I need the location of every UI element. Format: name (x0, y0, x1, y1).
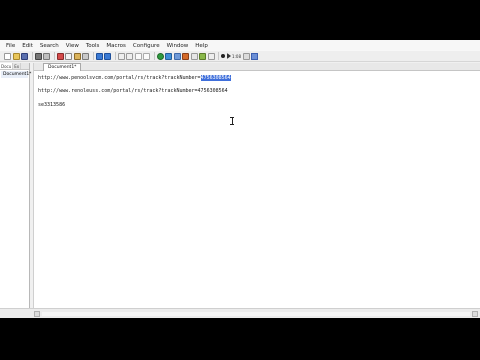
cut-icon[interactable] (56, 52, 64, 60)
paste-icon[interactable] (73, 52, 81, 60)
redo-icon[interactable] (104, 52, 111, 60)
editor-line-3: se3313586 (38, 102, 66, 108)
highlight-toggle-icon[interactable] (251, 52, 259, 60)
copy-icon[interactable] (65, 52, 72, 60)
menu-file[interactable]: File (6, 43, 15, 49)
toolbar-separator (153, 52, 155, 60)
play-macro-icon[interactable] (226, 53, 231, 59)
editor-tab-strip: Document1* (34, 63, 480, 71)
delete-icon[interactable] (82, 52, 89, 60)
browser-icon[interactable] (165, 52, 172, 60)
editor-line-2: http://www.renoleuss.com/portal/rs/track… (38, 88, 228, 94)
toolbar-separator (114, 52, 116, 60)
paragraph-icon[interactable] (143, 52, 150, 60)
menu-window[interactable]: Window (167, 43, 189, 49)
side-panel-tabs: Docu Ex (0, 63, 29, 70)
settings-icon[interactable] (190, 52, 198, 60)
replace-icon[interactable] (126, 52, 133, 60)
editor-app-window: File Edit Search View Tools Macros Confi… (0, 40, 480, 318)
tab-document1[interactable]: Document1* (43, 63, 82, 71)
print-preview-icon[interactable] (43, 52, 50, 60)
menu-macros[interactable]: Macros (106, 43, 126, 49)
document-list-panel: Docu Ex Document1* (0, 63, 31, 308)
menu-help[interactable]: Help (195, 43, 208, 49)
zoom-dropdown-icon[interactable] (242, 52, 250, 60)
scroll-left-icon[interactable] (34, 311, 40, 317)
undo-icon[interactable] (95, 52, 103, 60)
scroll-right-icon[interactable] (472, 311, 478, 317)
toolbar-separator (218, 52, 219, 60)
print-icon[interactable] (34, 52, 42, 60)
zoom-label: 1:08 (232, 53, 241, 59)
selected-text: 4756308564 (200, 75, 231, 81)
menu-edit[interactable]: Edit (22, 43, 33, 49)
scrollbar-track[interactable] (42, 312, 470, 316)
record-macro-icon[interactable] (221, 54, 225, 58)
window-icon[interactable] (207, 52, 215, 60)
word-wrap-icon[interactable] (134, 52, 142, 60)
spell-check-icon[interactable] (199, 52, 206, 60)
menu-bar: File Edit Search View Tools Macros Confi… (0, 40, 480, 51)
horizontal-scrollbar[interactable] (0, 308, 480, 318)
run-icon[interactable] (156, 52, 164, 60)
editor-pane: Document1* http://www.penoolsvcm.com/por… (33, 63, 480, 308)
text-editor-area[interactable]: http://www.penoolsvcm.com/portal/rs/trac… (34, 71, 480, 308)
line-1-text: http://www.penoolsvcm.com/portal/rs/trac… (38, 75, 201, 81)
tab-explorer[interactable]: Ex (13, 63, 22, 69)
toolbar-separator (53, 52, 55, 60)
menu-view[interactable]: View (66, 43, 79, 49)
open-folder-icon[interactable] (12, 52, 20, 60)
menu-configure[interactable]: Configure (133, 43, 160, 49)
menu-search[interactable]: Search (40, 43, 59, 49)
menu-tools[interactable]: Tools (86, 43, 100, 49)
editor-line-1: http://www.penoolsvcm.com/portal/rs/trac… (38, 75, 231, 81)
save-icon[interactable] (21, 52, 28, 60)
find-icon[interactable] (117, 52, 125, 60)
tools-icon[interactable] (182, 52, 189, 60)
toolbar-separator (92, 52, 94, 60)
toolbar-separator (31, 52, 33, 60)
toolbar: 1:08 (0, 51, 480, 62)
document-list-item[interactable]: Document1* (1, 71, 31, 78)
text-cursor-icon (230, 117, 234, 125)
ftp-icon[interactable] (173, 52, 181, 60)
new-file-icon[interactable] (4, 52, 11, 60)
tab-documents[interactable]: Docu (0, 63, 14, 69)
